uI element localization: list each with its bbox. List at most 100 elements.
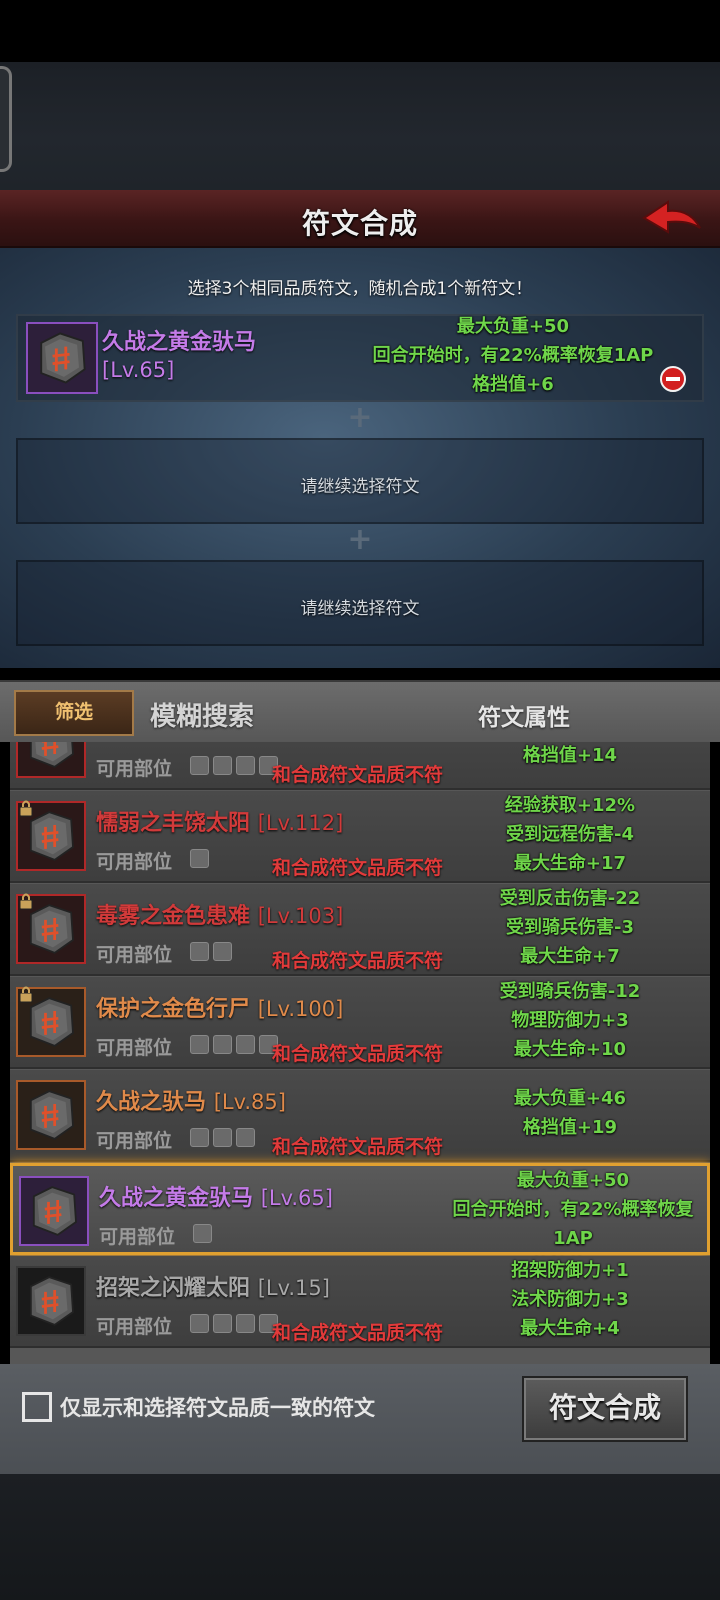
remove-rune-button[interactable] bbox=[660, 366, 686, 392]
rune-name-text: 久战之黄金驮马 bbox=[99, 1186, 254, 1211]
stat-line: 格挡值+19 bbox=[522, 1117, 618, 1138]
rune-stone-icon bbox=[32, 1186, 77, 1236]
equip-slot-icon bbox=[190, 942, 209, 961]
stat-line: 最大生命+10 bbox=[513, 1039, 627, 1060]
stat-line: 受到骑兵伤害-12 bbox=[499, 981, 641, 1002]
fuzzy-search-tab[interactable]: 模糊搜索 bbox=[150, 696, 254, 733]
empty-slot-text: 请继续选择符文 bbox=[300, 477, 420, 497]
rune-stats: 受到反击伤害-22 受到骑兵伤害-3 最大生命+7 bbox=[430, 884, 710, 971]
equip-slot-icons bbox=[190, 849, 209, 868]
equip-slot-icon bbox=[190, 1314, 209, 1333]
equip-slot-icon bbox=[236, 1314, 255, 1333]
rune-stats: 受到骑兵伤害-12 物理防御力+3 最大生命+10 bbox=[430, 977, 710, 1064]
rune-level: [Lv.112] bbox=[257, 811, 344, 835]
equip-slot-icon bbox=[193, 1224, 212, 1243]
quality-mismatch-text: 和合成符文品质不符 bbox=[272, 857, 444, 879]
rune-level: [Lv.15] bbox=[257, 1276, 330, 1300]
equip-slot-icons bbox=[190, 1128, 255, 1147]
rune-attribute-tab[interactable]: 符文属性 bbox=[478, 698, 570, 732]
rune-name: 毒雾之金色患难 [Lv.103] bbox=[96, 898, 343, 930]
rune-name-text: 懦弱之丰饶太阳 bbox=[96, 811, 251, 836]
rune-list-item[interactable]: 保护之金色行尸 [Lv.100] 可用部位 和合成符文品质不符 受到骑兵伤害-12 物理… bbox=[10, 977, 710, 1069]
rune-list-item[interactable]: 招架之闪耀太阳 [Lv.15] 可用部位 和合成符文品质不符 招架防御力+1 法术防御力… bbox=[10, 1256, 710, 1348]
title-bar: 符文合成 bbox=[0, 190, 720, 248]
tab-bar: 筛选 模糊搜索 符文属性 bbox=[0, 680, 720, 742]
rune-stats: 对重步兵伤害+2格挡值+14 bbox=[430, 742, 710, 770]
rune-level: [Lv.100] bbox=[257, 997, 344, 1021]
quality-filter-checkbox[interactable] bbox=[22, 1392, 52, 1422]
rune-stone-icon bbox=[40, 332, 86, 384]
rune-list-item[interactable]: 久战之驮马 [Lv.85] 可用部位 和合成符文品质不符 最大负重+46 格挡值+19 bbox=[10, 1070, 710, 1162]
stat-line: 最大负重+50 bbox=[456, 316, 570, 337]
equip-slot-icon bbox=[213, 1035, 232, 1054]
usable-slots-label: 可用部位 bbox=[96, 1130, 173, 1152]
rune-stone-icon bbox=[29, 1090, 74, 1140]
rune-name: 久战之黄金驮马 [Lv.65] bbox=[99, 1180, 333, 1212]
stat-line: 最大负重+46 bbox=[513, 1088, 627, 1109]
rune-list-item[interactable]: 毒雾之金色患难 [Lv.103] 可用部位 和合成符文品质不符 受到反击伤害-22 受到… bbox=[10, 884, 710, 976]
back-arrow-icon bbox=[642, 200, 701, 234]
back-button[interactable] bbox=[642, 198, 704, 240]
compose-slot-1[interactable]: 久战之黄金驮马 [Lv.65] 最大负重+50 回合开始时，有22%概率恢复1A… bbox=[16, 314, 704, 402]
rune-list-item[interactable]: 懦弱之丰饶太阳 [Lv.112] 可用部位 和合成符文品质不符 经验获取+12% 受到远… bbox=[10, 791, 710, 883]
stat-line: 最大负重+50 bbox=[516, 1170, 630, 1191]
equip-slot-icons bbox=[190, 756, 278, 775]
stat-line: 最大生命+4 bbox=[520, 1318, 620, 1339]
rune-level: [Lv.103] bbox=[257, 904, 344, 928]
equip-slot-icon bbox=[190, 849, 209, 868]
selected-rune-name: 久战之黄金驮马 bbox=[102, 330, 257, 355]
equip-slot-icons bbox=[190, 1035, 278, 1054]
side-tab[interactable] bbox=[0, 66, 12, 172]
filter-button[interactable]: 筛选 bbox=[14, 690, 134, 736]
rune-name-text: 久战之驮马 bbox=[96, 1090, 207, 1115]
rune-stats: 经验获取+12% 受到远程伤害-4 最大生命+17 bbox=[430, 791, 710, 878]
usable-slots-label: 可用部位 bbox=[99, 1226, 176, 1248]
rune-name: 招架之闪耀太阳 [Lv.15] bbox=[96, 1270, 330, 1302]
quality-mismatch-text: 和合成符文品质不符 bbox=[272, 950, 444, 972]
plus-icon: + bbox=[347, 400, 373, 435]
usable-slots-label: 可用部位 bbox=[96, 851, 173, 873]
rune-name: 保护之金色行尸 [Lv.100] bbox=[96, 991, 343, 1023]
stat-line: 回合开始时，有22%概率恢复1AP bbox=[372, 345, 654, 366]
stat-line: 格挡值+14 bbox=[522, 745, 618, 766]
equip-slot-icon bbox=[190, 756, 209, 775]
usable-slots-label: 可用部位 bbox=[96, 758, 173, 780]
lock-icon bbox=[19, 986, 33, 1003]
lock-icon bbox=[19, 800, 33, 817]
stat-line: 招架防御力+1 bbox=[511, 1260, 629, 1281]
empty-slot-text: 请继续选择符文 bbox=[300, 599, 420, 619]
stat-line: 经验获取+12% bbox=[504, 795, 636, 816]
stat-line: 回合开始时，有22%概率恢复1AP bbox=[452, 1199, 694, 1249]
rune-list-item[interactable]: 久战之黄金驮马 [Lv.65] 可用部位 最大负重+50 回合开始时，有22%概率恢复… bbox=[10, 1163, 710, 1278]
upper-background bbox=[0, 62, 720, 190]
rune-name-text: 毒雾之金色患难 bbox=[96, 904, 251, 929]
bottom-bar: 仅显示和选择符文品质一致的符文 符文合成 bbox=[0, 1364, 720, 1474]
rune-stats: 最大负重+46 格挡值+19 bbox=[430, 1084, 710, 1142]
rune-icon bbox=[16, 742, 86, 778]
selected-rune-level: [Lv.65] bbox=[102, 358, 175, 382]
stat-line: 受到远程伤害-4 bbox=[506, 824, 634, 845]
rune-icon bbox=[26, 322, 98, 394]
quality-mismatch-text: 和合成符文品质不符 bbox=[272, 1043, 444, 1065]
status-bar bbox=[0, 0, 720, 62]
compose-button[interactable]: 符文合成 bbox=[522, 1376, 688, 1442]
equip-slot-icon bbox=[213, 1314, 232, 1333]
equip-slot-icons bbox=[193, 1224, 212, 1243]
rune-name: 久战之驮马 [Lv.85] bbox=[96, 1084, 286, 1116]
stat-line: 最大生命+17 bbox=[513, 853, 627, 874]
rune-stone-icon bbox=[29, 742, 74, 768]
rune-level: [Lv.65] bbox=[260, 1186, 333, 1210]
quality-filter-label[interactable]: 仅显示和选择符文品质一致的符文 bbox=[60, 1392, 375, 1422]
equip-slot-icons bbox=[190, 1314, 278, 1333]
rune-level: [Lv.85] bbox=[213, 1090, 286, 1114]
usable-slots-label: 可用部位 bbox=[96, 944, 173, 966]
equip-slot-icon bbox=[213, 756, 232, 775]
quality-mismatch-text: 和合成符文品质不符 bbox=[272, 764, 444, 786]
compose-slot-3[interactable]: 请继续选择符文 bbox=[16, 560, 704, 646]
rune-list[interactable]: 可用部位和合成符文品质不符对重步兵伤害+2格挡值+14懦弱之丰饶太阳 [Lv.1… bbox=[10, 742, 710, 1364]
usable-slots-label: 可用部位 bbox=[96, 1037, 173, 1059]
quality-mismatch-text: 和合成符文品质不符 bbox=[272, 1136, 444, 1158]
equip-slot-icon bbox=[213, 1128, 232, 1147]
rune-list-item[interactable]: 可用部位 和合成符文品质不符对重步兵伤害+2格挡值+14 bbox=[10, 742, 710, 790]
compose-slot-2[interactable]: 请继续选择符文 bbox=[16, 438, 704, 524]
